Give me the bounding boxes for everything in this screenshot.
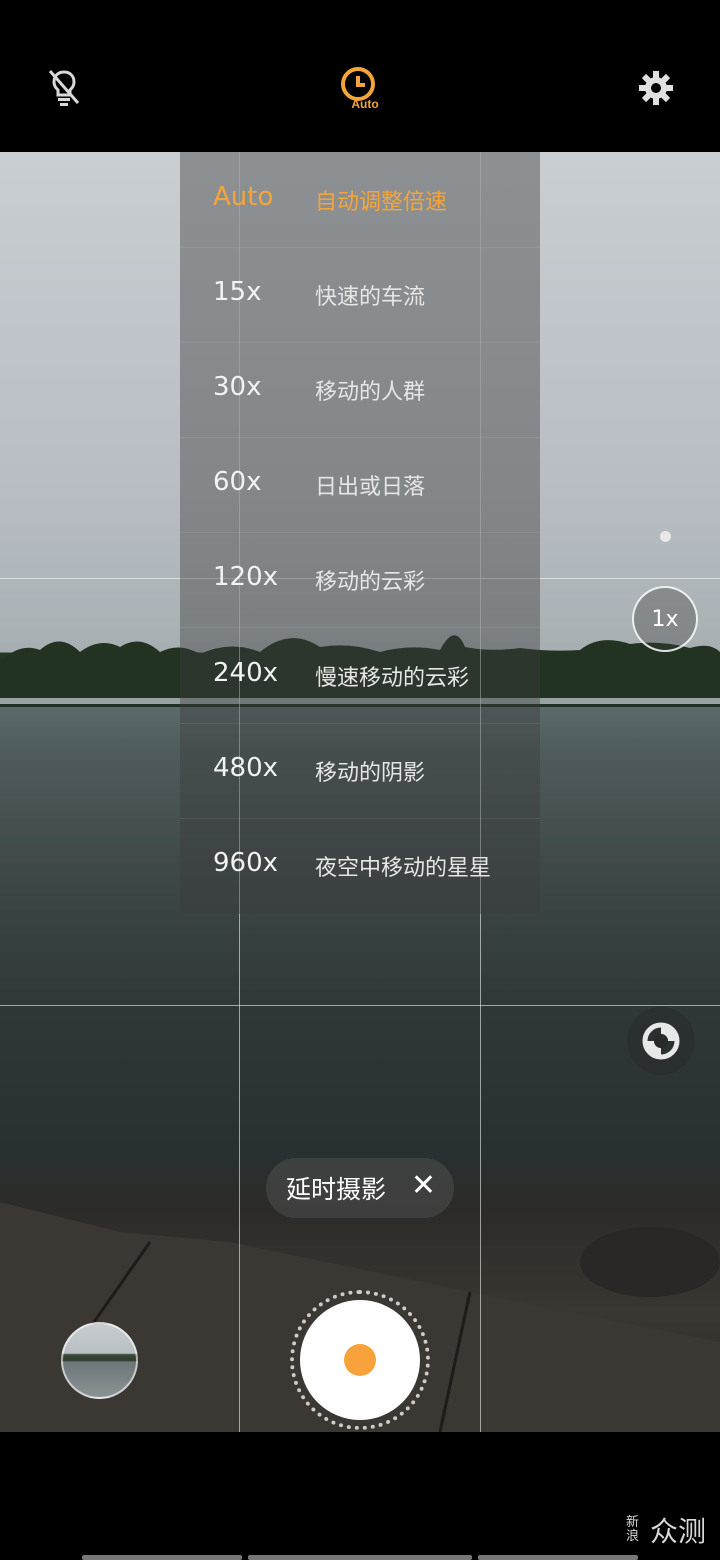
speed-option-auto[interactable]: Auto 自动调整倍速 bbox=[180, 152, 540, 248]
speed-description: 快速的车流 bbox=[315, 285, 426, 310]
watermark-char: 新 bbox=[625, 1515, 639, 1530]
speed-value: 480x bbox=[213, 753, 279, 783]
speed-option-30x[interactable]: 30x 移动的人群 bbox=[180, 342, 540, 438]
timelapse-speed-menu: Auto 自动调整倍速 15x 快速的车流 30x 移动的人群 60x 日出或日… bbox=[180, 152, 540, 914]
speed-option-120x[interactable]: 120x 移动的云彩 bbox=[180, 532, 540, 628]
speed-value: 960x bbox=[213, 848, 279, 878]
mode-chip-label: 延时摄影 bbox=[286, 1175, 387, 1204]
watermark-logo: 新 浪 众测 bbox=[626, 1510, 706, 1550]
gallery-thumbnail[interactable] bbox=[61, 1322, 138, 1399]
top-bar: Auto bbox=[0, 0, 720, 152]
timelapse-auto-icon[interactable]: Auto bbox=[336, 64, 384, 112]
speed-description: 移动的人群 bbox=[315, 380, 426, 405]
zoom-label: 1x bbox=[651, 606, 679, 632]
speed-value: 15x bbox=[213, 277, 262, 307]
flash-off-icon[interactable] bbox=[40, 64, 88, 112]
zoom-indicator-dot bbox=[660, 531, 671, 542]
speed-description: 移动的云彩 bbox=[315, 570, 426, 595]
nav-hint bbox=[478, 1555, 638, 1560]
timelapse-mode-chip[interactable]: 延时摄影 ✕ bbox=[266, 1158, 454, 1218]
speed-option-960x[interactable]: 960x 夜空中移动的星星 bbox=[180, 818, 540, 913]
speed-value: 60x bbox=[213, 467, 262, 497]
speed-value: 240x bbox=[213, 658, 279, 688]
speed-option-60x[interactable]: 60x 日出或日落 bbox=[180, 437, 540, 533]
speed-option-480x[interactable]: 480x 移动的阴影 bbox=[180, 723, 540, 819]
watermark-char: 浪 bbox=[625, 1529, 639, 1544]
speed-description: 日出或日落 bbox=[315, 475, 426, 500]
gear-icon[interactable] bbox=[632, 64, 680, 112]
grid-line bbox=[0, 1005, 720, 1006]
close-icon[interactable]: ✕ bbox=[411, 1168, 436, 1203]
speed-description: 夜空中移动的星星 bbox=[315, 856, 492, 881]
speed-description: 慢速移动的云彩 bbox=[315, 666, 470, 691]
watermark-text: 众测 bbox=[649, 1515, 706, 1548]
zoom-button[interactable]: 1x bbox=[632, 586, 698, 652]
speed-description: 自动调整倍速 bbox=[315, 190, 448, 215]
aperture-icon[interactable] bbox=[627, 1007, 695, 1075]
speed-option-240x[interactable]: 240x 慢速移动的云彩 bbox=[180, 628, 540, 724]
speed-description: 移动的阴影 bbox=[315, 761, 426, 786]
speed-value: 30x bbox=[213, 372, 262, 402]
auto-label: Auto bbox=[351, 97, 378, 111]
nav-hint bbox=[248, 1555, 472, 1560]
speed-option-15x[interactable]: 15x 快速的车流 bbox=[180, 247, 540, 343]
speed-value: 120x bbox=[213, 562, 279, 592]
bottom-bar: 新 浪 众测 bbox=[0, 1432, 720, 1560]
record-dot-icon bbox=[344, 1344, 376, 1376]
nav-hint bbox=[82, 1555, 242, 1560]
speed-value: Auto bbox=[213, 182, 274, 212]
